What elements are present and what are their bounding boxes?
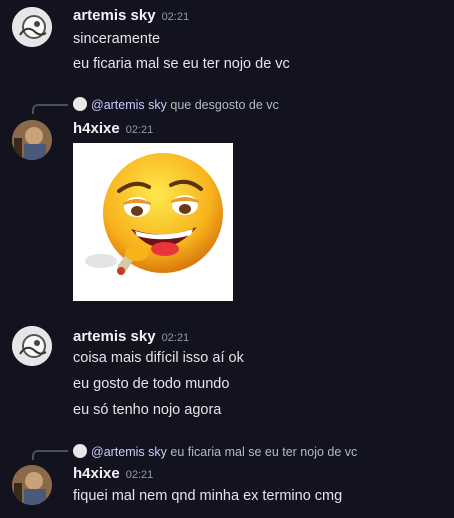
emoji-image[interactable] — [73, 143, 233, 301]
reply-preview[interactable]: @artemis sky eu ficaria mal se eu ter no… — [73, 444, 357, 459]
message-text: eu ficaria mal se eu ter nojo de vc — [73, 56, 290, 72]
author-name[interactable]: h4xixe 02:21 — [73, 465, 153, 482]
timestamp: 02:21 — [125, 469, 154, 481]
avatar[interactable] — [12, 7, 52, 47]
reply-mention: @artemis sky — [91, 98, 167, 112]
timestamp: 02:21 — [161, 11, 190, 23]
author-name[interactable]: artemis sky 02:21 — [73, 7, 189, 24]
message-text: coisa mais difícil isso aí ok — [73, 350, 244, 366]
reply-preview[interactable]: @artemis sky que desgosto de vc — [73, 97, 279, 112]
timestamp: 02:21 — [161, 332, 190, 344]
avatar[interactable] — [12, 465, 52, 505]
reply-mention: @artemis sky — [91, 445, 167, 459]
reply-spine — [32, 104, 68, 114]
timestamp: 02:21 — [125, 124, 154, 136]
message-text: eu gosto de todo mundo — [73, 376, 230, 392]
avatar[interactable] — [12, 326, 52, 366]
message-text: sinceramente — [73, 31, 161, 47]
reply-avatar — [73, 97, 87, 111]
author-name[interactable]: artemis sky 02:21 — [73, 328, 189, 345]
message-text: eu só tenho nojo agora — [73, 402, 222, 418]
reply-spine — [32, 450, 68, 460]
reply-avatar — [73, 444, 87, 458]
message-text: fiquei mal nem qnd minha ex termino cmg — [73, 488, 343, 504]
reply-text: que desgosto de vc — [170, 98, 279, 112]
author-name[interactable]: h4xixe 02:21 — [73, 120, 153, 137]
avatar[interactable] — [12, 120, 52, 160]
reply-text: eu ficaria mal se eu ter nojo de vc — [170, 445, 358, 459]
